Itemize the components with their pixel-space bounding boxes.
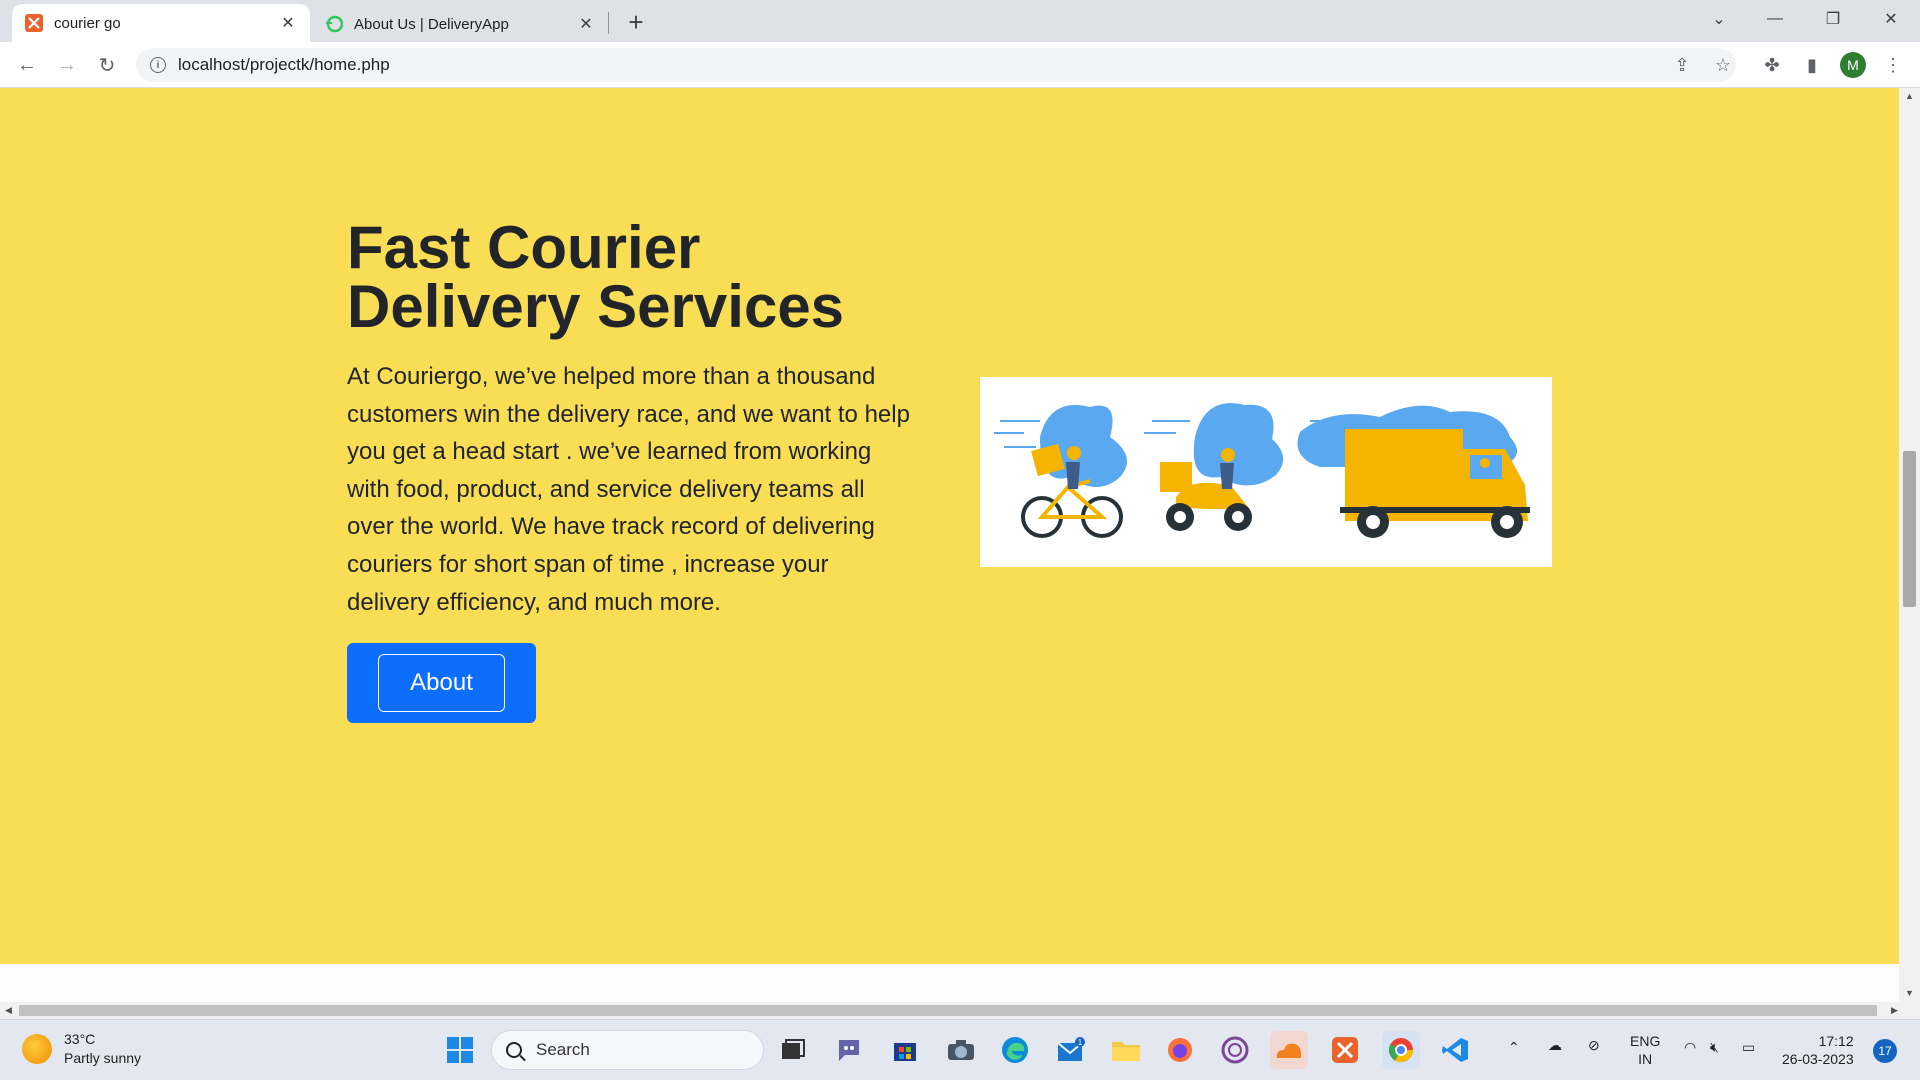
weather-description: Partly sunny [64, 1050, 142, 1066]
tab-title: About Us | DeliveryApp [354, 15, 509, 33]
hero-heading-line2: Delivery Services [347, 273, 845, 340]
extensions-icon[interactable]: ✤ [1757, 50, 1787, 80]
close-tab-icon[interactable]: ✕ [576, 14, 596, 34]
vscode-icon[interactable] [1436, 1031, 1474, 1069]
partly-sunny-icon [22, 1034, 52, 1064]
tab-separator [608, 12, 609, 34]
minimize-button[interactable]: — [1752, 4, 1798, 34]
share-icon[interactable]: ⇪ [1667, 50, 1697, 80]
back-icon[interactable]: ← [12, 50, 42, 80]
windows-start-icon[interactable] [441, 1031, 479, 1069]
bookmark-star-icon[interactable]: ☆ [1708, 50, 1738, 80]
chrome-icon[interactable] [1382, 1031, 1420, 1069]
wifi-icon[interactable]: ◠ [1684, 1038, 1696, 1056]
hero-heading: Fast Courier Delivery Services [347, 218, 947, 337]
hero-description: At Couriergo, we’ve helped more than a t… [347, 363, 910, 616]
delivery-app-favicon-icon [324, 14, 344, 34]
menu-kebab-icon[interactable]: ⋮ [1878, 50, 1908, 80]
notification-badge[interactable]: 17 [1873, 1039, 1897, 1063]
scroll-right-arrow-icon[interactable]: ▶ [1886, 1002, 1903, 1019]
horizontal-scrollbar[interactable]: ◀ ▶ [0, 1002, 1920, 1019]
page-viewport: Fast Courier Delivery Services At Courie… [0, 88, 1920, 1002]
firefox-icon[interactable] [1161, 1031, 1199, 1069]
language-region: IN [1638, 1051, 1653, 1067]
restore-button[interactable]: ❐ [1810, 4, 1856, 34]
clock-date: 26-03-2023 [1782, 1051, 1854, 1067]
language-indicator[interactable]: ENG IN [1630, 1032, 1660, 1068]
scroll-down-arrow-icon[interactable]: ▼ [1899, 985, 1920, 1002]
address-bar[interactable]: i localhost/projectk/home.php [136, 48, 1736, 82]
tab-courier-go[interactable]: courier go ✕ [12, 4, 310, 42]
new-tab-button[interactable]: + [622, 9, 650, 37]
edge-browser-icon[interactable] [996, 1031, 1034, 1069]
task-view-icon[interactable] [774, 1031, 812, 1069]
close-tab-icon[interactable]: ✕ [278, 13, 298, 33]
scroll-up-arrow-icon[interactable]: ▲ [1899, 88, 1920, 105]
hero-heading-line1: Fast Courier [347, 214, 701, 281]
onedrive-cloud-icon[interactable]: ☁ [1548, 1036, 1562, 1054]
xampp-favicon-icon [24, 13, 44, 33]
hero-section: Fast Courier Delivery Services At Courie… [0, 88, 1899, 964]
teams-chat-icon[interactable] [830, 1031, 868, 1069]
url-text[interactable]: localhost/projectk/home.php [178, 55, 390, 75]
weather-widget[interactable]: 33°C Partly sunny [22, 1030, 141, 1068]
file-explorer-icon[interactable] [1107, 1031, 1145, 1069]
clock-time: 17:12 [1818, 1033, 1854, 1049]
browser-toolbar: ← → ↻ i localhost/projectk/home.php ⇪ ☆ … [0, 42, 1920, 88]
tab-about-us[interactable]: About Us | DeliveryApp ✕ [312, 6, 608, 42]
cloudflare-warp-icon[interactable] [1270, 1031, 1308, 1069]
mail-icon[interactable]: 1 [1052, 1031, 1090, 1069]
close-window-button[interactable]: ✕ [1868, 4, 1914, 34]
horizontal-scroll-thumb[interactable] [19, 1005, 1877, 1016]
tab-strip: courier go ✕ About Us | DeliveryApp ✕ + … [0, 0, 1920, 42]
clock[interactable]: 17:12 26-03-2023 [1782, 1032, 1854, 1068]
tor-browser-icon[interactable] [1216, 1031, 1254, 1069]
vertical-scrollbar[interactable]: ▲ ▼ [1899, 88, 1920, 1002]
microsoft-store-icon[interactable] [886, 1031, 924, 1069]
tab-search-icon[interactable]: ⌄ [1696, 4, 1742, 34]
mail-badge: 1 [1078, 1038, 1083, 1047]
battery-charging-icon[interactable]: ▭ [1742, 1038, 1755, 1056]
scroll-left-arrow-icon[interactable]: ◀ [0, 1002, 17, 1019]
search-icon [506, 1042, 522, 1058]
xampp-icon[interactable] [1326, 1031, 1364, 1069]
about-button[interactable]: About [378, 654, 505, 712]
taskbar-search[interactable]: Search [491, 1030, 764, 1070]
language-code: ENG [1630, 1033, 1661, 1049]
reload-icon[interactable]: ↻ [92, 50, 122, 80]
volume-muted-icon[interactable]: 🔇︎ [1710, 1038, 1719, 1056]
weather-temperature: 33°C [64, 1031, 96, 1047]
side-panel-icon[interactable]: ▮ [1797, 50, 1827, 80]
profile-avatar[interactable]: M [1840, 52, 1866, 78]
show-hidden-icons-icon[interactable]: ⌃ [1508, 1038, 1520, 1056]
search-label: Search [536, 1040, 590, 1059]
vertical-scroll-thumb[interactable] [1903, 451, 1916, 607]
tab-title: courier go [54, 14, 121, 32]
site-info-icon[interactable]: i [150, 57, 166, 73]
about-button-container[interactable]: About [347, 643, 536, 723]
camera-icon[interactable] [942, 1031, 980, 1069]
forward-icon[interactable]: → [52, 50, 82, 80]
delivery-vehicles-illustration-icon [980, 377, 1552, 567]
next-section-strip [0, 964, 1899, 1002]
windows-taskbar: 33°C Partly sunny Search 1 ⌃ ☁ ⊘ ENG IN … [0, 1019, 1920, 1080]
network-offline-icon[interactable]: ⊘ [1588, 1036, 1600, 1054]
